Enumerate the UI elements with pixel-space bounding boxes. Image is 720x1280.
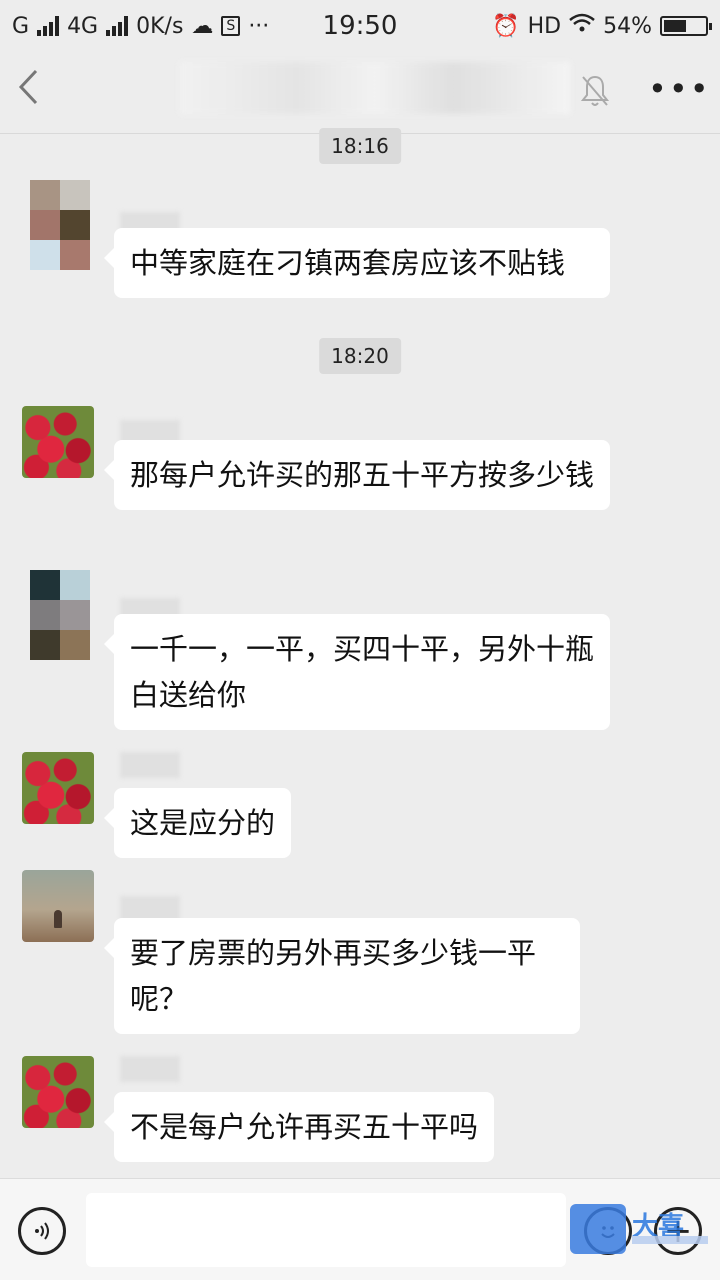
message-bubble[interactable]: 要了房票的另外再买多少钱一平呢？ — [104, 918, 580, 1034]
more-options-button[interactable]: ••• — [648, 73, 709, 110]
status-right: ⏰ HD 54% — [492, 13, 712, 39]
voice-icon[interactable] — [18, 1207, 66, 1255]
sender-name-blurred — [120, 752, 180, 778]
message-input[interactable] — [86, 1193, 566, 1267]
bell-muted-icon — [580, 74, 610, 108]
watermark-subline — [632, 1236, 708, 1244]
dots-icon: ··· — [248, 13, 270, 39]
watermark-icon — [570, 1204, 626, 1254]
sender-name-blurred — [120, 1056, 180, 1082]
message-bubble[interactable]: 那每户允许买的那五十平方按多少钱 — [104, 440, 610, 510]
timestamp: 18:20 — [319, 338, 401, 374]
wifi-icon — [569, 13, 595, 39]
network-type-label: 4G — [67, 13, 99, 39]
chat-title-blurred — [180, 62, 570, 114]
hd-label: HD — [527, 13, 562, 39]
battery-percent: 54% — [603, 13, 652, 39]
signal-icon — [37, 16, 60, 36]
message-bubble[interactable]: 不是每户允许再买五十平吗 — [103, 1092, 495, 1162]
battery-fill — [664, 20, 686, 32]
cloud-icon: ☁ — [191, 13, 214, 39]
avatar-figure — [54, 910, 62, 928]
timestamp: 18:16 — [319, 128, 401, 164]
avatar[interactable] — [22, 752, 94, 824]
avatar[interactable] — [22, 870, 94, 942]
avatar[interactable] — [22, 406, 94, 478]
carrier-label: G — [12, 13, 30, 39]
message-bubble[interactable]: 一千一，一平，买四十平，另外十瓶白送给你 — [104, 614, 610, 730]
storage-icon: S — [221, 16, 241, 36]
status-bar: G 4G 0K/s ☁ S ··· 19:50 ⏰ HD 54% — [0, 0, 720, 52]
alarm-icon: ⏰ — [492, 13, 520, 39]
message-bubble[interactable]: 这是应分的 — [103, 788, 292, 858]
net-speed-label: 0K/s — [136, 13, 184, 39]
watermark-logo: 大喜 — [570, 1204, 710, 1254]
battery-icon — [660, 16, 712, 36]
avatar[interactable] — [30, 570, 90, 660]
avatar[interactable] — [30, 180, 90, 270]
message-bubble[interactable]: 中等家庭在刁镇两套房应该不贴钱 — [104, 228, 610, 298]
back-icon[interactable] — [18, 68, 58, 116]
avatar[interactable] — [22, 1056, 94, 1128]
status-left: G 4G 0K/s ☁ S ··· — [12, 14, 269, 39]
chat-header: ••• — [0, 52, 720, 134]
signal-icon-2 — [106, 16, 129, 36]
